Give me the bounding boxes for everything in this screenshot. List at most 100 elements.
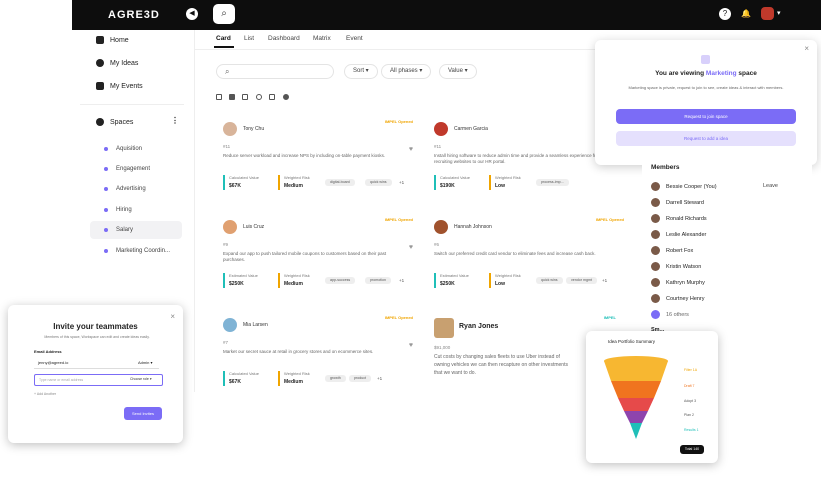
member-row[interactable]: Kristin Watson bbox=[651, 262, 701, 271]
select-all-checkbox[interactable] bbox=[216, 94, 222, 100]
send-invites-button[interactable]: Send Invites bbox=[124, 407, 162, 420]
funnel-label: Plan 2 bbox=[684, 413, 694, 417]
avatar bbox=[223, 220, 237, 234]
color-icon[interactable] bbox=[283, 94, 289, 100]
space-item-hiring[interactable]: Hiring bbox=[104, 207, 132, 213]
avatar bbox=[651, 214, 660, 223]
add-another-link[interactable]: + Add Another bbox=[34, 392, 56, 396]
collapse-sidebar-icon[interactable]: ◀ bbox=[186, 8, 198, 20]
idea-card[interactable]: Tony Chu IMPEL Opened #11 Reduce server … bbox=[223, 119, 413, 204]
calendar-icon bbox=[96, 82, 104, 90]
member-row[interactable]: Robert Fox bbox=[651, 246, 693, 255]
tab-event[interactable]: Event bbox=[346, 35, 363, 42]
space-item-advertising[interactable]: Advertising bbox=[104, 186, 146, 192]
tag-chip[interactable]: process-imp... bbox=[536, 179, 569, 186]
tag-chip[interactable]: quick wins bbox=[365, 179, 392, 186]
home-icon bbox=[96, 36, 104, 44]
funnel-layer bbox=[611, 381, 661, 398]
popup-title: You are viewing Marketing space bbox=[655, 70, 757, 77]
avatar bbox=[651, 182, 660, 191]
idea-card[interactable]: Luis Cruz IMPEL Opened #9 Expand our app… bbox=[223, 217, 413, 302]
choose-role-select[interactable]: Choose role ▾ bbox=[130, 377, 152, 381]
avatar bbox=[223, 318, 237, 332]
tag-chip[interactable]: quick wins bbox=[536, 277, 563, 284]
tag-chip[interactable]: digital-board bbox=[325, 179, 355, 186]
idea-card-expanded[interactable]: IMPEL $91,000 Cut costs by changing sale… bbox=[434, 315, 616, 400]
phases-dropdown[interactable]: All phases ▾ bbox=[381, 64, 432, 79]
tag-chip[interactable]: app-success bbox=[325, 277, 356, 284]
divider bbox=[194, 49, 604, 50]
value-dropdown[interactable]: Value ▾ bbox=[439, 64, 477, 79]
vote-icon[interactable]: ♥ bbox=[409, 146, 413, 153]
settings-icon[interactable] bbox=[269, 94, 275, 100]
avatar bbox=[651, 198, 660, 207]
app-logo[interactable]: AGRE3D bbox=[108, 9, 160, 21]
tag-chip[interactable]: growth bbox=[325, 375, 346, 382]
member-row[interactable]: Kathryn Murphy bbox=[651, 278, 705, 287]
member-row[interactable]: Ronald Richards bbox=[651, 214, 707, 223]
funnel-layer bbox=[604, 361, 668, 381]
leave-button[interactable]: Leave bbox=[763, 183, 778, 189]
funnel-label: Filter 1A bbox=[684, 368, 698, 372]
private-space-popup: × You are viewing Marketing space Market… bbox=[595, 40, 817, 165]
request-add-idea-button[interactable]: Request to add a idea bbox=[616, 131, 796, 146]
user-avatar[interactable] bbox=[761, 7, 774, 20]
sidebar-item-my-ideas[interactable]: My Ideas bbox=[96, 59, 138, 67]
member-row[interactable]: Darrell Steward bbox=[651, 198, 704, 207]
space-item-salary[interactable]: Salary bbox=[90, 221, 182, 239]
divider bbox=[80, 104, 184, 105]
lightbulb-icon bbox=[96, 59, 104, 67]
sidebar-item-home[interactable]: Home bbox=[96, 36, 129, 44]
member-row[interactable]: Leslie Alexander bbox=[651, 230, 706, 239]
tag-chip[interactable]: product bbox=[349, 375, 371, 382]
space-item-engagement[interactable]: Engagement bbox=[104, 166, 150, 172]
active-tab-indicator bbox=[214, 46, 234, 48]
filter-icon[interactable] bbox=[256, 94, 262, 100]
avatar bbox=[651, 294, 660, 303]
tab-matrix[interactable]: Matrix bbox=[313, 35, 331, 42]
avatar bbox=[651, 262, 660, 271]
request-join-button[interactable]: Request to join space bbox=[616, 109, 796, 124]
vote-icon[interactable]: ♥ bbox=[409, 244, 413, 251]
sidebar-item-my-events[interactable]: My Events bbox=[96, 82, 143, 90]
role-select[interactable]: Admin ▾ bbox=[138, 360, 152, 365]
tag-chip[interactable]: promotion bbox=[365, 277, 391, 284]
tag-chip[interactable]: vendor mgmt bbox=[566, 277, 597, 284]
space-item-aquisition[interactable]: Aquisition bbox=[104, 146, 142, 152]
more-members[interactable]: 16 others bbox=[651, 310, 689, 319]
email-label: Email Address bbox=[34, 349, 62, 354]
search-icon: ⌕ bbox=[225, 67, 230, 76]
avatar bbox=[434, 220, 448, 234]
avatar bbox=[434, 318, 454, 338]
avatar bbox=[223, 122, 237, 136]
funnel-label: Adopt 3 bbox=[684, 399, 697, 403]
avatar bbox=[434, 122, 448, 136]
avatar bbox=[651, 310, 660, 319]
sidebar-spaces-header[interactable]: Spaces bbox=[96, 118, 133, 126]
close-icon[interactable]: × bbox=[804, 44, 809, 53]
idea-card[interactable]: Mia Larsen IMPEL Opened #7 Market our se… bbox=[223, 315, 413, 400]
search-icon[interactable]: ⌕ bbox=[213, 4, 235, 24]
vote-icon[interactable]: ♥ bbox=[409, 342, 413, 349]
funnel-layer bbox=[618, 398, 654, 411]
idea-card[interactable]: Hannah Johnson IMPEL Opened #6 Switch ou… bbox=[434, 217, 624, 302]
member-row[interactable]: Courtney Henry bbox=[651, 294, 705, 303]
export-icon[interactable] bbox=[242, 94, 248, 100]
funnel-layer bbox=[630, 423, 642, 439]
spaces-menu-icon[interactable]: ⋮ bbox=[171, 116, 179, 125]
invite-subtitle: Members of this space, Workspace can edi… bbox=[44, 335, 150, 339]
archive-icon[interactable] bbox=[229, 94, 235, 100]
invite-dialog: × Invite your teammates Members of this … bbox=[8, 305, 183, 443]
chevron-down-icon[interactable]: ▾ bbox=[777, 9, 781, 17]
tab-card[interactable]: Card bbox=[216, 35, 231, 42]
member-row[interactable]: Bessie Cooper (You) bbox=[651, 182, 717, 191]
tab-list[interactable]: List bbox=[244, 35, 254, 42]
space-item-marketing[interactable]: Marketing Coordin... bbox=[104, 248, 170, 254]
help-icon[interactable]: ? bbox=[719, 8, 731, 20]
close-icon[interactable]: × bbox=[170, 312, 175, 321]
tab-dashboard[interactable]: Dashboard bbox=[268, 35, 300, 42]
sort-dropdown[interactable]: Sort ▾ bbox=[344, 64, 378, 79]
idea-search-input[interactable]: ⌕ bbox=[216, 64, 334, 79]
notification-icon[interactable]: 🔔 bbox=[740, 8, 752, 20]
spaces-icon bbox=[96, 118, 104, 126]
